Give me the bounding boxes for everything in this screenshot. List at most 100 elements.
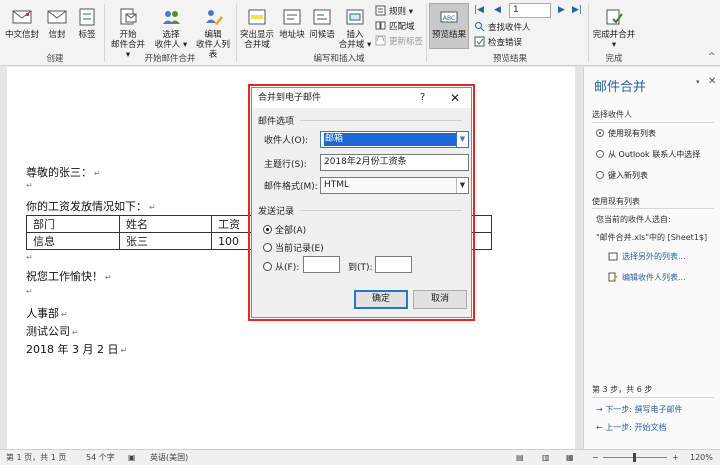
radio-use-existing[interactable]: 使用现有列表 (596, 128, 656, 139)
last-record-icon[interactable]: ▶| (572, 5, 582, 15)
doc-date: 2018 年 3 月 2 日 ↵ (26, 343, 128, 356)
doc-sign-company: 测试公司 ↵ (26, 325, 79, 338)
mail-format-select[interactable]: HTML ▼ (320, 177, 469, 194)
zoom-level[interactable]: 120% (690, 450, 713, 465)
proofing-icon[interactable]: ▣ (128, 450, 136, 465)
to-input[interactable] (375, 256, 412, 273)
highlight-fields-icon (248, 9, 266, 25)
select-recipients-heading: 选择收件人 (592, 110, 632, 119)
radio-from[interactable]: 从(F): (263, 260, 299, 273)
ok-button[interactable]: 确定 (354, 290, 408, 309)
read-mode-icon[interactable]: ▤ (516, 450, 524, 465)
chevron-down-icon[interactable]: ▼ (456, 132, 468, 147)
previous-step-link[interactable]: ← 上一步: 开始文档 (596, 422, 667, 433)
select-recipients-button[interactable]: 选择 收件人 ▾ (151, 6, 191, 50)
envelope-icon (47, 10, 67, 24)
finish-merge-icon (606, 9, 623, 25)
paragraph-mark-icon: ↵ (26, 253, 33, 262)
address-block-icon (283, 9, 301, 25)
radio-current-record[interactable]: 当前记录(E) (263, 241, 324, 254)
pane-options-icon[interactable]: ▾ (696, 78, 700, 86)
edit-recipient-list-link[interactable]: 编辑收件人列表... (608, 272, 686, 283)
preview-icon: ABC (440, 11, 458, 23)
record-number-input[interactable]: 1 (509, 3, 551, 18)
recipient-select[interactable]: 邮箱 ▼ (320, 131, 469, 148)
previous-record-icon[interactable]: ◀ (494, 5, 501, 15)
next-step-link[interactable]: → 下一步: 撰写电子邮件 (596, 404, 683, 415)
edit-list-icon (608, 272, 618, 282)
radio-new-list[interactable]: 键入新列表 (596, 170, 648, 181)
table-header-cell: 姓名 (119, 215, 212, 233)
paragraph-mark-icon: ↵ (120, 346, 128, 355)
finish-merge-button[interactable]: 完成并合并 ▾ (590, 6, 638, 50)
greeting-line-button[interactable]: 问候语 (307, 6, 337, 40)
zoom-in-icon[interactable]: + (672, 450, 679, 465)
web-layout-icon[interactable]: ▦ (566, 450, 574, 465)
paragraph-mark-icon: ↵ (94, 169, 101, 178)
preview-results-button[interactable]: ABC 预览结果 (429, 6, 469, 40)
close-icon[interactable]: ✕ (450, 88, 460, 108)
chevron-down-icon[interactable]: ▼ (456, 178, 468, 193)
close-icon[interactable]: ✕ (708, 76, 716, 87)
highlight-merge-fields-button[interactable]: 突出显示 合并域 (238, 6, 276, 50)
mail-format-value: HTML (324, 180, 350, 190)
find-recipient-button[interactable]: 查找收件人 (474, 21, 531, 33)
section-send-records: 发送记录 (258, 204, 463, 217)
status-bar: 第 1 页，共 1 页 54 个字 ▣ 英语(美国) ▤ ▥ ▦ − + 120… (0, 449, 720, 465)
from-input[interactable] (303, 256, 340, 273)
use-existing-heading: 使用现有列表 (592, 197, 640, 206)
folder-icon (608, 252, 618, 261)
next-record-icon[interactable]: ▶ (558, 5, 565, 15)
chinese-envelope-button[interactable]: 中文信封 (4, 6, 40, 40)
section-mail-options: 邮件选项 (258, 114, 463, 127)
print-layout-icon[interactable]: ▥ (542, 450, 550, 465)
check-errors-button[interactable]: 检查错误 (474, 36, 522, 48)
word-count[interactable]: 54 个字 (86, 450, 115, 465)
subject-label: 主题行(S): (264, 160, 307, 170)
group-create-label: 创建 (46, 54, 64, 64)
collapse-ribbon-icon[interactable]: ^ (708, 52, 716, 62)
group-divider (426, 4, 427, 62)
cancel-button[interactable]: 取消 (413, 290, 467, 309)
mail-format-label: 邮件格式(M): (264, 182, 318, 192)
people-icon (163, 11, 180, 24)
table-cell: 张三 (119, 232, 212, 250)
dialog-title: 合并到电子邮件 (252, 88, 471, 108)
radio-outlook[interactable]: 从 Outlook 联系人中选择 (596, 149, 700, 160)
paragraph-mark-icon: ↵ (26, 287, 33, 296)
envelope-button[interactable]: 信封 (44, 6, 70, 40)
group-divider (104, 4, 105, 62)
pane-title: 邮件合并 (594, 80, 647, 95)
address-block-button[interactable]: 地址块 (277, 6, 307, 40)
first-record-icon[interactable]: |◀ (474, 5, 484, 15)
paragraph-mark-icon: ↵ (26, 181, 33, 190)
subject-input[interactable]: 2018年2月份工资条 (320, 154, 469, 171)
labels-icon (79, 8, 95, 26)
radio-icon (263, 262, 272, 271)
radio-icon (596, 171, 604, 179)
select-other-list-link[interactable]: 选择另外的列表... (608, 251, 686, 262)
zoom-out-icon[interactable]: − (592, 450, 599, 465)
radio-icon (263, 243, 272, 252)
paragraph-mark-icon: ↵ (149, 203, 156, 212)
zoom-slider-thumb[interactable] (633, 453, 636, 462)
group-divider (588, 4, 589, 62)
update-labels-button[interactable]: 更新标签 (375, 35, 423, 47)
page-count[interactable]: 第 1 页，共 1 页 (6, 450, 66, 465)
rules-button[interactable]: 规则 ▾ (375, 5, 413, 17)
mail-merge-pane: 邮件合并 ▾ ✕ 选择收件人 使用现有列表 从 Outlook 联系人中选择 键… (583, 67, 720, 449)
to-label: 到(T): (348, 263, 373, 273)
match-fields-button[interactable]: 匹配域 (375, 20, 415, 32)
mail-merge-icon (120, 8, 137, 25)
step-indicator: 第 3 步，共 6 步 (592, 385, 653, 394)
radio-selected-icon (263, 225, 272, 234)
check-errors-icon (474, 36, 485, 47)
current-source-label: 您当前的收件人选自: (596, 215, 671, 224)
language-indicator[interactable]: 英语(美国) (150, 450, 188, 465)
insert-merge-field-button[interactable]: 插入 合并域 ▾ (337, 6, 373, 50)
merge-to-email-dialog: 合并到电子邮件 ? ✕ 邮件选项 收件人(O): 邮箱 ▼ 主题行(S): 20… (251, 87, 472, 318)
doc-sign-dept: 人事部 ↵ (26, 307, 68, 320)
help-icon[interactable]: ? (420, 88, 425, 108)
radio-all[interactable]: 全部(A) (263, 223, 306, 236)
labels-button[interactable]: 标签 (74, 6, 100, 40)
